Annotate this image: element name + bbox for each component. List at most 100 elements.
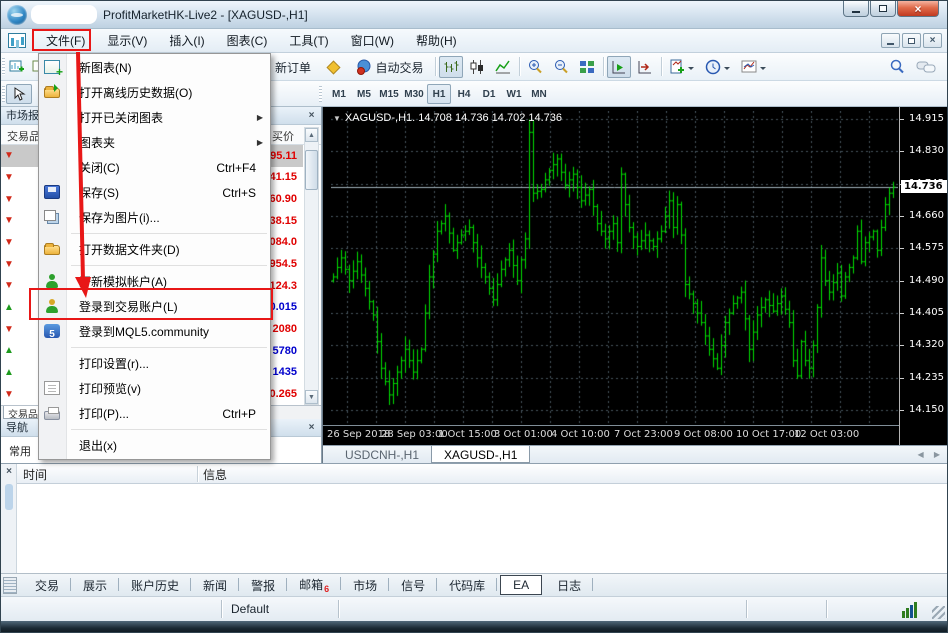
file-menu-item-print-preview[interactable]: 打印预览(v) xyxy=(39,376,270,401)
toolbar-grip[interactable] xyxy=(2,86,5,102)
file-menu-item-print[interactable]: 打印(P)...Ctrl+P xyxy=(39,401,270,426)
templates-button[interactable] xyxy=(737,56,769,78)
terminal-tab-8[interactable]: 代码库 xyxy=(437,574,497,597)
menubar-item-view[interactable]: 显示(V) xyxy=(96,29,158,52)
navigator-common-tab[interactable]: 常用 xyxy=(9,443,31,459)
message-column-header[interactable]: 信息 xyxy=(203,466,227,483)
scroll-up-button[interactable]: ▲ xyxy=(305,128,318,142)
terminal-tab-2[interactable]: 账户历史 xyxy=(119,574,191,597)
line-chart-button[interactable] xyxy=(491,56,515,78)
timeframe-m5-button[interactable]: M5 xyxy=(352,84,376,104)
time-axis-label: 10 Oct 17:00 xyxy=(736,429,801,440)
timeframe-m30-button[interactable]: M30 xyxy=(402,84,426,104)
child-restore-button[interactable] xyxy=(902,33,921,48)
blank-icon xyxy=(44,110,60,124)
autotrading-icon xyxy=(356,59,372,75)
menubar-item-file[interactable]: 文件(F) xyxy=(35,29,96,52)
terminal-tab-4[interactable]: 警报 xyxy=(239,574,287,597)
bar-chart-button[interactable] xyxy=(439,56,463,78)
terminal-tab-9[interactable]: EA xyxy=(500,575,542,595)
blank-icon xyxy=(44,135,60,149)
file-menu-item-open-data-folder[interactable]: 打开数据文件夹(D) xyxy=(39,237,270,262)
chart-window: ▼XAGUSD-,H1. 14.708 14.736 14.702 14.736… xyxy=(322,107,948,463)
timeframe-h1-button[interactable]: H1 xyxy=(427,84,451,104)
file-menu-item-exit[interactable]: 退出(x) xyxy=(39,433,270,458)
toolbar-grip[interactable] xyxy=(2,58,5,75)
file-menu-item-print-setup[interactable]: 打印设置(r)... xyxy=(39,351,270,376)
resize-grip[interactable] xyxy=(932,606,945,619)
terminal-tab-5[interactable]: 邮箱6 xyxy=(287,573,341,597)
bar-chart-icon xyxy=(443,59,459,75)
market-watch-scrollbar[interactable]: ▲ ▼ xyxy=(304,127,319,405)
chart-window-icon[interactable] xyxy=(8,33,26,48)
file-menu-item-login-trade-account[interactable]: 登录到交易账户(L) xyxy=(39,294,270,319)
price-chart[interactable] xyxy=(331,111,898,425)
menubar-item-window[interactable]: 窗口(W) xyxy=(340,29,405,52)
file-menu-item-login-mql5[interactable]: 登录到MQL5.community xyxy=(39,319,270,344)
new-order-button[interactable]: 新订单 xyxy=(269,56,317,78)
menubar-item-tools[interactable]: 工具(T) xyxy=(278,29,339,52)
timeframe-w1-button[interactable]: W1 xyxy=(502,84,526,104)
timeframe-m15-button[interactable]: M15 xyxy=(377,84,401,104)
toolbar-grip[interactable] xyxy=(319,86,322,102)
timeframe-h4-button[interactable]: H4 xyxy=(452,84,476,104)
menubar-item-insert[interactable]: 插入(I) xyxy=(158,29,215,52)
terminal-tab-1[interactable]: 展示 xyxy=(71,574,119,597)
price-tick-label: 14.405 xyxy=(909,307,944,318)
terminal-tab-10[interactable]: 日志 xyxy=(545,574,593,597)
terminal-close-button[interactable]: × xyxy=(3,466,15,478)
profile-name[interactable]: Default xyxy=(231,602,269,616)
child-minimize-button[interactable] xyxy=(881,33,900,48)
menubar-item-help[interactable]: 帮助(H) xyxy=(405,29,468,52)
menubar-item-charts[interactable]: 图表(C) xyxy=(216,29,279,52)
terminal-tab-0[interactable]: 交易 xyxy=(23,574,71,597)
time-column-header[interactable]: 时间 xyxy=(23,466,47,483)
terminal-grip[interactable] xyxy=(5,484,13,510)
file-menu-item-profiles[interactable]: 图表夹▶ xyxy=(39,130,270,155)
timeframe-mn-button[interactable]: MN xyxy=(527,84,551,104)
minimize-button[interactable] xyxy=(843,1,869,17)
file-menu-item-open-demo-account[interactable]: 开新模拟帐户(A) xyxy=(39,269,270,294)
close-button[interactable]: × xyxy=(897,1,939,17)
file-menu-item-save-as-picture[interactable]: 保存为图片(i)... xyxy=(39,205,270,230)
file-menu-item-open-offline-history[interactable]: 打开离线历史数据(O) xyxy=(39,80,270,105)
terminal-tab-3[interactable]: 新闻 xyxy=(191,574,239,597)
chart-tab-1[interactable]: XAGUSD-,H1 xyxy=(431,446,530,463)
terminal-tab-7[interactable]: 信号 xyxy=(389,574,437,597)
indicators-button[interactable] xyxy=(665,56,697,78)
zoom-in-button[interactable] xyxy=(523,56,547,78)
column-divider[interactable] xyxy=(197,466,198,482)
file-menu-item-new-chart[interactable]: 新图表(N) xyxy=(39,55,270,80)
candlestick-chart-button[interactable] xyxy=(465,56,489,78)
chart-shift-button[interactable] xyxy=(633,56,657,78)
periods-button[interactable] xyxy=(701,56,733,78)
navigator-close-button[interactable]: × xyxy=(305,421,318,434)
metaeditor-button[interactable] xyxy=(321,56,345,78)
timeframe-m1-button[interactable]: M1 xyxy=(327,84,351,104)
tab-scroll-arrows[interactable]: ◀ ▶ xyxy=(917,450,944,459)
new-chart-button[interactable] xyxy=(6,56,28,78)
file-menu-item-save[interactable]: 保存(S)Ctrl+S xyxy=(39,180,270,205)
timeframe-d1-button[interactable]: D1 xyxy=(477,84,501,104)
tile-windows-button[interactable] xyxy=(575,56,599,78)
terminal-tab-6[interactable]: 市场 xyxy=(341,574,389,597)
search-button[interactable] xyxy=(885,56,909,78)
zoom-out-button[interactable] xyxy=(549,56,573,78)
time-axis[interactable]: 26 Sep 201828 Sep 03:001 Oct 15:003 Oct … xyxy=(323,425,899,445)
scroll-thumb[interactable] xyxy=(305,150,318,190)
auto-scroll-button[interactable] xyxy=(607,56,631,78)
autotrading-button[interactable]: 自动交易 xyxy=(349,56,431,78)
cursor-button[interactable] xyxy=(6,84,32,104)
chart-tab-0[interactable]: USDCNH-,H1 xyxy=(333,446,431,463)
child-close-button[interactable]: × xyxy=(923,33,942,48)
chart-menu-arrow-icon[interactable]: ▼ xyxy=(333,114,341,123)
scroll-down-button[interactable]: ▼ xyxy=(305,390,318,404)
journal-icon xyxy=(3,577,17,594)
chat-button[interactable] xyxy=(912,56,940,78)
file-menu-item-close[interactable]: 关闭(C)Ctrl+F4 xyxy=(39,155,270,180)
restore-button[interactable] xyxy=(870,1,896,17)
price-axis[interactable]: 14.736 14.91514.83014.74514.66014.57514.… xyxy=(899,107,948,445)
chart-title: ▼XAGUSD-,H1. 14.708 14.736 14.702 14.736 xyxy=(333,112,562,124)
file-menu-item-open-closed-chart[interactable]: 打开已关闭图表▶ xyxy=(39,105,270,130)
market-watch-close-button[interactable]: × xyxy=(305,109,318,122)
